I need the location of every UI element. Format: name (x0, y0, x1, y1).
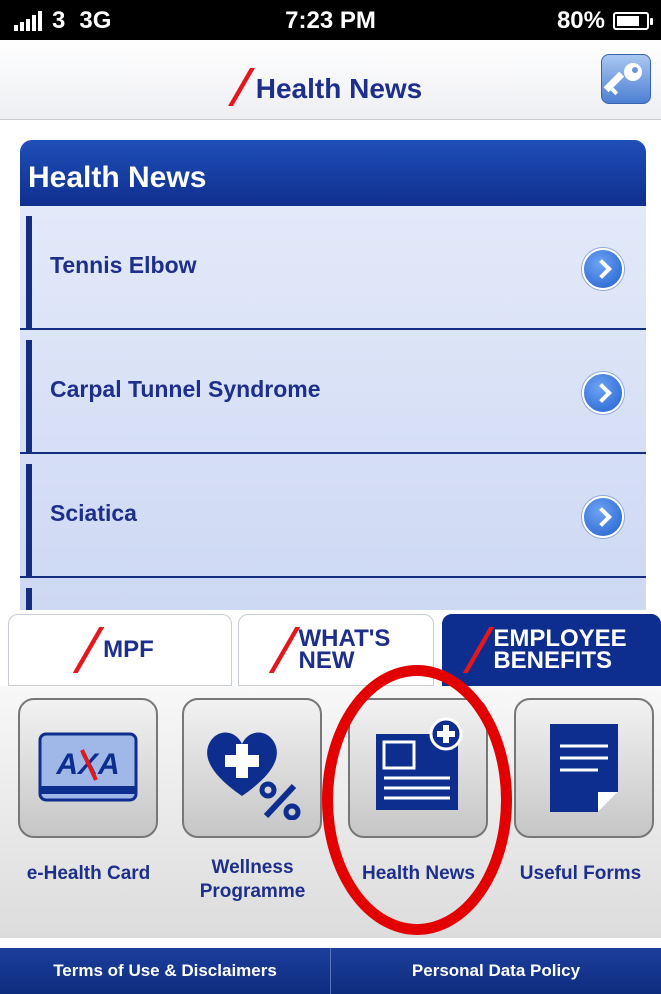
news-item-sciatica[interactable]: Sciatica (20, 454, 646, 578)
brand-slash-icon (463, 627, 495, 673)
item-accent-bar (26, 340, 32, 452)
health-card-icon: AXA (38, 732, 138, 802)
useful-forms-label[interactable]: Useful Forms (498, 862, 661, 886)
chevron-right-icon[interactable] (582, 248, 624, 290)
tab-label-line2: NEW (298, 647, 355, 674)
news-item-carpal-tunnel[interactable]: Carpal Tunnel Syndrome (20, 330, 646, 454)
news-item-label: Tennis Elbow (50, 252, 197, 278)
brand-slash-icon (268, 627, 300, 673)
tab-whats-new[interactable]: WHAT'S NEW (238, 614, 434, 686)
nav-title: Health News (0, 68, 661, 106)
terms-link[interactable]: Terms of Use & Disclaimers (0, 948, 330, 994)
benefits-grid: AXA e-Health Card Wellness Programme (0, 686, 661, 938)
news-item-partial[interactable] (20, 578, 646, 610)
footer-bar: Terms of Use & Disclaimers Personal Data… (0, 948, 661, 994)
news-item-tennis-elbow[interactable]: Tennis Elbow (20, 206, 646, 330)
tab-employee-benefits[interactable]: EMPLOYEE BENEFITS (442, 614, 661, 686)
brand-slash-icon (227, 68, 255, 106)
chevron-right-icon[interactable] (582, 372, 624, 414)
brand-slash-icon (72, 627, 105, 673)
wellness-programme-tile[interactable] (182, 698, 322, 838)
news-item-label: Carpal Tunnel Syndrome (50, 376, 321, 402)
tile-label-line2: Programme (199, 881, 306, 902)
battery-percent: 80% (556, 7, 605, 34)
panel-header: Health News (20, 140, 646, 206)
tab-mpf[interactable]: MPF (8, 614, 232, 686)
nav-title-text: Health News (255, 73, 423, 104)
item-accent-bar (26, 588, 32, 610)
tile-label-line1: e-Health Card (26, 863, 151, 884)
health-news-panel: Health News Tennis Elbow Carpal Tunnel S… (20, 140, 646, 610)
health-news-tile[interactable] (348, 698, 488, 838)
battery-icon (613, 12, 653, 30)
nav-bar: Health News (0, 40, 661, 120)
e-health-card-tile[interactable]: AXA (18, 698, 158, 838)
health-news-label[interactable]: Health News (336, 862, 501, 886)
key-icon (603, 63, 642, 96)
tab-label: EMPLOYEE BENEFITS (493, 627, 626, 674)
status-bar: 3 3G 7:23 PM 80% (0, 0, 661, 40)
useful-forms-tile[interactable] (514, 698, 654, 838)
section-tabs: MPF WHAT'S NEW EMPLOYEE BENEFITS (0, 612, 661, 686)
tab-label: MPF (103, 636, 154, 663)
heart-percent-icon (207, 732, 301, 820)
tile-label-line1: Wellness (211, 857, 294, 878)
forms-icon (550, 724, 618, 812)
tile-label-line1: Health News (362, 863, 475, 884)
login-key-button[interactable] (601, 54, 651, 104)
battery-area: 80% (556, 7, 653, 35)
battery-fill (617, 16, 639, 26)
news-item-label: Sciatica (50, 500, 137, 526)
tab-label-line2: BENEFITS (493, 647, 612, 674)
item-accent-bar (26, 216, 32, 328)
tile-label-line1: Useful Forms (519, 863, 642, 884)
wellness-programme-label[interactable]: Wellness Programme (170, 856, 335, 904)
privacy-link[interactable]: Personal Data Policy (331, 948, 661, 994)
news-plus-icon (376, 717, 463, 810)
tab-label: WHAT'S NEW (298, 627, 391, 674)
item-accent-bar (26, 464, 32, 576)
chevron-right-icon[interactable] (582, 496, 624, 538)
e-health-card-label[interactable]: e-Health Card (6, 862, 171, 886)
